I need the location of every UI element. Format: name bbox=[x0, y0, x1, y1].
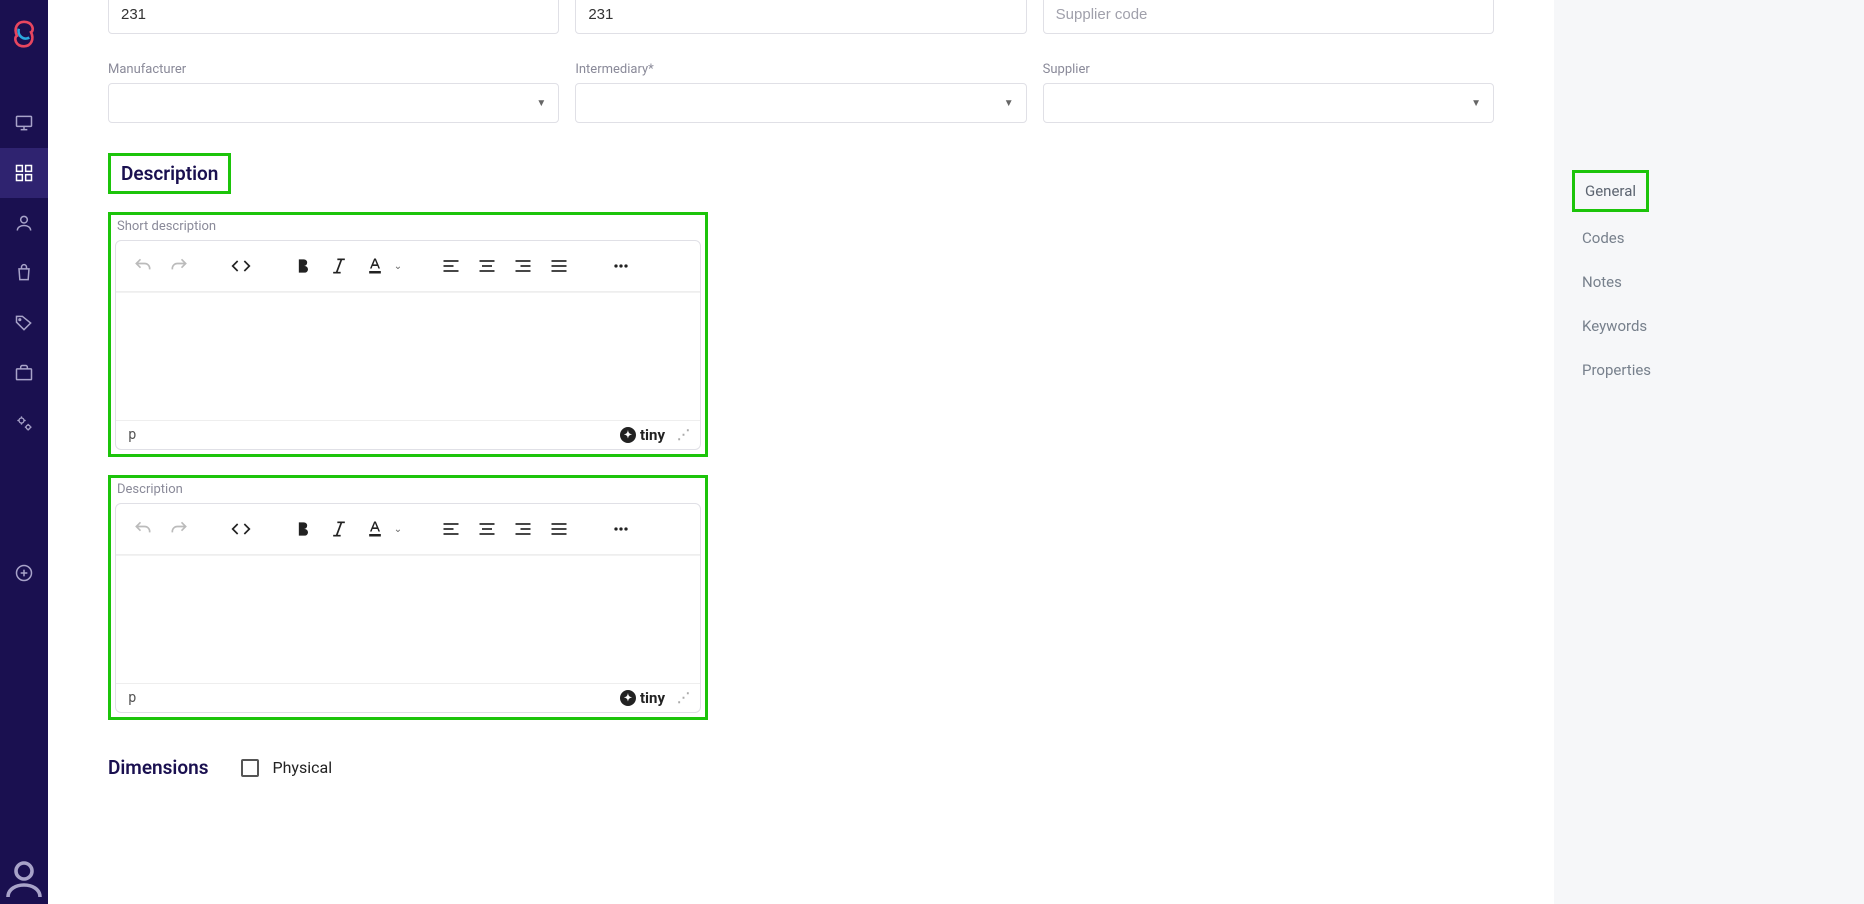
short-description-label: Short description bbox=[117, 219, 701, 234]
italic-icon[interactable] bbox=[322, 512, 356, 546]
code-input-2[interactable] bbox=[575, 0, 1026, 34]
editor-body[interactable] bbox=[116, 555, 700, 683]
panel-link-codes[interactable]: Codes bbox=[1572, 220, 1634, 256]
description-editor: ⌄ p ✦tiny⋰ bbox=[115, 503, 701, 713]
redo-icon[interactable] bbox=[162, 249, 196, 283]
more-icon[interactable] bbox=[604, 249, 638, 283]
intermediary-label: Intermediary* bbox=[575, 62, 1026, 77]
undo-icon[interactable] bbox=[126, 249, 160, 283]
caret-down-icon: ▼ bbox=[1004, 98, 1014, 109]
undo-icon[interactable] bbox=[126, 512, 160, 546]
editor-status-bar: p ✦tiny⋰ bbox=[116, 683, 700, 712]
text-color-icon[interactable] bbox=[358, 249, 392, 283]
manufacturer-label: Manufacturer bbox=[108, 62, 559, 77]
redo-icon[interactable] bbox=[162, 512, 196, 546]
caret-down-icon: ▼ bbox=[1471, 98, 1481, 109]
brand-logo bbox=[10, 20, 38, 48]
nav-profile-icon[interactable] bbox=[0, 854, 48, 904]
code-icon[interactable] bbox=[224, 249, 258, 283]
code-icon[interactable] bbox=[224, 512, 258, 546]
align-right-icon[interactable] bbox=[506, 249, 540, 283]
nav-settings-icon[interactable] bbox=[0, 398, 48, 448]
align-left-icon[interactable] bbox=[434, 512, 468, 546]
nav-monitor-icon[interactable] bbox=[0, 98, 48, 148]
caret-down-icon: ▼ bbox=[536, 98, 546, 109]
supplier-code-input[interactable] bbox=[1043, 0, 1494, 34]
nav-dashboard-icon[interactable] bbox=[0, 148, 48, 198]
description-highlight: Description ⌄ p bbox=[108, 475, 708, 720]
physical-checkbox[interactable] bbox=[241, 759, 259, 777]
short-description-editor: ⌄ p ✦tiny⋰ bbox=[115, 240, 701, 450]
align-right-icon[interactable] bbox=[506, 512, 540, 546]
bold-icon[interactable] bbox=[286, 249, 320, 283]
align-justify-icon[interactable] bbox=[542, 249, 576, 283]
manufacturer-select[interactable]: ▼ bbox=[108, 83, 559, 123]
supplier-label: Supplier bbox=[1043, 62, 1494, 77]
text-color-caret[interactable]: ⌄ bbox=[390, 524, 406, 535]
panel-link-keywords[interactable]: Keywords bbox=[1572, 308, 1657, 344]
bold-icon[interactable] bbox=[286, 512, 320, 546]
panel-link-properties[interactable]: Properties bbox=[1572, 352, 1661, 388]
nav-add-icon[interactable] bbox=[0, 548, 48, 598]
editor-path: p bbox=[128, 427, 136, 443]
description-label: Description bbox=[117, 482, 701, 497]
editor-body[interactable] bbox=[116, 292, 700, 420]
nav-briefcase-icon[interactable] bbox=[0, 348, 48, 398]
nav-user-icon[interactable] bbox=[0, 198, 48, 248]
tiny-logo: ✦tiny⋰ bbox=[620, 426, 690, 444]
nav-bag-icon[interactable] bbox=[0, 248, 48, 298]
align-center-icon[interactable] bbox=[470, 249, 504, 283]
resize-handle-icon[interactable]: ⋰ bbox=[677, 428, 690, 443]
right-panel: General Codes Notes Keywords Properties bbox=[1554, 0, 1864, 904]
align-left-icon[interactable] bbox=[434, 249, 468, 283]
panel-link-notes[interactable]: Notes bbox=[1572, 264, 1632, 300]
editor-path: p bbox=[128, 690, 136, 706]
panel-link-general[interactable]: General bbox=[1572, 170, 1649, 212]
code-input-1[interactable] bbox=[108, 0, 559, 34]
tiny-logo: ✦tiny⋰ bbox=[620, 689, 690, 707]
sidebar bbox=[0, 0, 48, 904]
supplier-select[interactable]: ▼ bbox=[1043, 83, 1494, 123]
align-justify-icon[interactable] bbox=[542, 512, 576, 546]
dimensions-row: Dimensions Physical bbox=[108, 756, 1494, 779]
editor-toolbar: ⌄ bbox=[116, 241, 700, 292]
intermediary-select[interactable]: ▼ bbox=[575, 83, 1026, 123]
short-description-highlight: Short description ⌄ bbox=[108, 212, 708, 457]
editor-status-bar: p ✦tiny⋰ bbox=[116, 420, 700, 449]
editor-toolbar: ⌄ bbox=[116, 504, 700, 555]
main-content: Manufacturer ▼ Intermediary* ▼ Supplier … bbox=[48, 0, 1554, 904]
resize-handle-icon[interactable]: ⋰ bbox=[677, 691, 690, 706]
nav-tag-icon[interactable] bbox=[0, 298, 48, 348]
dimensions-heading: Dimensions bbox=[108, 756, 209, 779]
text-color-caret[interactable]: ⌄ bbox=[390, 261, 406, 272]
italic-icon[interactable] bbox=[322, 249, 356, 283]
description-heading: Description bbox=[108, 153, 231, 194]
more-icon[interactable] bbox=[604, 512, 638, 546]
align-center-icon[interactable] bbox=[470, 512, 504, 546]
text-color-icon[interactable] bbox=[358, 512, 392, 546]
physical-label: Physical bbox=[273, 758, 333, 777]
